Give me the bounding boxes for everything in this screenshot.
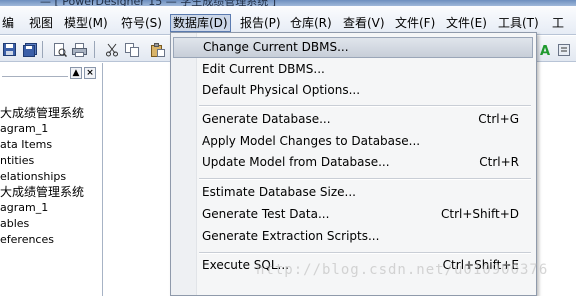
menu-separator bbox=[199, 105, 531, 107]
save-all-icon[interactable] bbox=[22, 42, 37, 57]
menu-item-generate-test-data[interactable]: Generate Test Data... Ctrl+Shift+D bbox=[173, 204, 533, 225]
menu-item-shortcut: Ctrl+Shift+D bbox=[441, 207, 519, 221]
menu-separator bbox=[199, 178, 531, 180]
menu-item-shortcut: Ctrl+G bbox=[478, 112, 519, 126]
menu-tools-overflow[interactable]: 工 bbox=[552, 15, 564, 32]
database-menu: Change Current DBMS... Edit Current DBMS… bbox=[170, 32, 537, 296]
menu-model[interactable]: 模型(M) bbox=[64, 15, 108, 32]
menu-repository[interactable]: 仓库(R) bbox=[290, 15, 332, 32]
menu-item-label: Update Model from Database... bbox=[202, 155, 390, 169]
menu-item-default-physical-options[interactable]: Default Physical Options... bbox=[173, 80, 533, 101]
menu-tools[interactable]: 工具(T) bbox=[498, 15, 539, 32]
menu-item-shortcut: Ctrl+R bbox=[479, 155, 519, 169]
tree-item-model-cdm[interactable]: 大成绩管理系统 bbox=[0, 105, 103, 121]
menu-item-label: Generate Database... bbox=[202, 112, 331, 126]
menu-view[interactable]: 视图 bbox=[29, 15, 53, 32]
browser-grip bbox=[2, 76, 68, 78]
menu-item-update-model-from-database[interactable]: Update Model from Database... Ctrl+R bbox=[173, 152, 533, 173]
menu-file-f[interactable]: 文件(F) bbox=[395, 15, 435, 32]
check-model-icon[interactable]: A bbox=[538, 42, 553, 57]
tree-item-relationships[interactable]: elationships bbox=[0, 169, 103, 185]
save-icon[interactable] bbox=[2, 42, 17, 57]
menu-item-edit-current-dbms[interactable]: Edit Current DBMS... bbox=[173, 59, 533, 80]
menu-symbol[interactable]: 符号(S) bbox=[121, 15, 162, 32]
toolbar-icon-overflow[interactable] bbox=[556, 42, 571, 57]
menu-item-estimate-database-size[interactable]: Estimate Database Size... bbox=[173, 182, 533, 203]
menu-item-label: Estimate Database Size... bbox=[202, 185, 356, 199]
tree-item-references[interactable]: eferences bbox=[0, 232, 103, 248]
menu-separator bbox=[199, 252, 531, 254]
print-icon[interactable] bbox=[72, 42, 87, 57]
copy-icon[interactable] bbox=[124, 42, 139, 57]
print-preview-icon[interactable] bbox=[52, 42, 67, 57]
menu-item-label: Generate Test Data... bbox=[202, 207, 330, 221]
menu-item-label: Change Current DBMS... bbox=[203, 40, 349, 54]
menu-item-generate-database[interactable]: Generate Database... Ctrl+G bbox=[173, 109, 533, 130]
tree-item-entities[interactable]: ntities bbox=[0, 153, 103, 169]
toolbar-separator bbox=[42, 41, 43, 58]
menu-edit[interactable]: 编 bbox=[2, 15, 14, 32]
menu-database[interactable]: 数据库(D) bbox=[170, 14, 231, 32]
tree-item-tables[interactable]: ables bbox=[0, 216, 103, 232]
close-icon[interactable]: × bbox=[84, 67, 96, 79]
tree-item-data-items[interactable]: ata Items bbox=[0, 137, 103, 153]
cut-icon[interactable] bbox=[104, 42, 119, 57]
tree-item-model-pdm[interactable]: 大成绩管理系统 bbox=[0, 184, 103, 200]
menu-item-label: Generate Extraction Scripts... bbox=[202, 229, 380, 243]
toolbar-separator bbox=[94, 41, 95, 58]
object-browser: ▲ × 大成绩管理系统 agram_1 ata Items ntities el… bbox=[0, 63, 103, 296]
menu-look[interactable]: 查看(V) bbox=[343, 15, 385, 32]
menu-item-label: Apply Model Changes to Database... bbox=[202, 134, 421, 148]
watermark: http://blog.csdn.net/u010900376 bbox=[256, 262, 549, 278]
tree-item-diagram[interactable]: agram_1 bbox=[0, 200, 103, 216]
menu-item-label: Default Physical Options... bbox=[202, 83, 361, 97]
paste-icon[interactable] bbox=[150, 42, 165, 57]
menu-report[interactable]: 报告(P) bbox=[240, 15, 281, 32]
menu-item-label: Edit Current DBMS... bbox=[202, 62, 325, 76]
menu-bar: 编 视图 模型(M) 符号(S) 数据库(D) 报告(P) 仓库(R) 查看(V… bbox=[0, 6, 576, 35]
menu-item-apply-model-changes[interactable]: Apply Model Changes to Database... bbox=[173, 131, 533, 152]
tree-item-diagram[interactable]: agram_1 bbox=[0, 121, 103, 137]
browser-header: ▲ × bbox=[0, 67, 100, 81]
menu-item-generate-extraction-scripts[interactable]: Generate Extraction Scripts... bbox=[173, 226, 533, 247]
menu-item-change-current-dbms[interactable]: Change Current DBMS... bbox=[173, 37, 533, 58]
menu-file-e[interactable]: 文件(E) bbox=[446, 15, 487, 32]
pin-icon[interactable]: ▲ bbox=[70, 67, 82, 79]
svg-text:A: A bbox=[540, 44, 550, 57]
